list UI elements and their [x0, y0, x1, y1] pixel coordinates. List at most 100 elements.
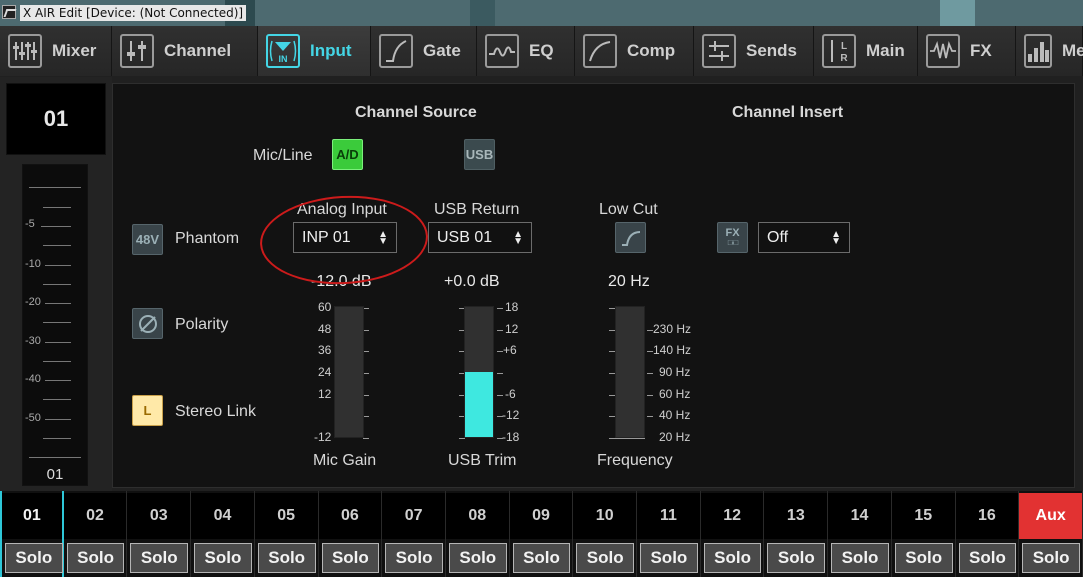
tab-fx[interactable]: FX — [918, 26, 1016, 76]
gate-icon — [379, 34, 413, 68]
usb-trim-scale-label: -18 — [502, 430, 520, 444]
solo-button[interactable]: Solo — [194, 543, 252, 573]
channel-select-button[interactable]: 14 — [828, 493, 891, 539]
frequency-fader[interactable] — [615, 306, 645, 438]
tab-mixer[interactable]: Mixer — [0, 26, 112, 76]
solo-button[interactable]: Solo — [448, 543, 507, 573]
channel-strip-06[interactable]: 06 Solo — [318, 491, 383, 577]
tab-gate[interactable]: Gate — [371, 26, 477, 76]
tab-sends-label: Sends — [746, 41, 798, 60]
solo-button[interactable]: Solo — [958, 543, 1017, 573]
channel-select-button[interactable]: 13 — [764, 493, 828, 539]
mic-gain-scale-label: -12 — [314, 430, 332, 444]
channel-strip-02[interactable]: 02 Solo — [63, 491, 128, 577]
tab-input-label: Input — [310, 41, 352, 60]
channel-strip-16[interactable]: 16 Solo — [955, 491, 1020, 577]
channel-select-button[interactable]: 12 — [700, 493, 764, 539]
tab-main[interactable]: LR Main — [814, 26, 918, 76]
channel-select-button[interactable]: 15 — [891, 493, 955, 539]
channel-select-button[interactable]: 08 — [445, 493, 509, 539]
channel-strip-15[interactable]: 15 Solo — [891, 491, 956, 577]
tab-eq-label: EQ — [529, 41, 554, 60]
solo-button[interactable]: Solo — [66, 543, 125, 573]
channel-strip-10[interactable]: 10 Solo — [573, 491, 638, 577]
polarity-button[interactable] — [132, 308, 163, 339]
solo-button[interactable]: Solo — [831, 543, 889, 573]
channel-strip-08[interactable]: 08 Solo — [445, 491, 510, 577]
frequency-scale-label: 140 Hz — [653, 343, 692, 357]
solo-button[interactable]: Solo — [640, 543, 698, 573]
usb-trim-fader[interactable] — [464, 306, 494, 438]
usb-source-button[interactable]: USB — [464, 139, 495, 170]
channel-strip-09[interactable]: 09 Solo — [509, 491, 574, 577]
updown-arrows-icon: ▲ ▼ — [513, 228, 523, 247]
channel-select-button[interactable]: 04 — [191, 493, 254, 539]
channel-select-button[interactable]: 09 — [509, 493, 573, 539]
tab-channel[interactable]: Channel — [112, 26, 258, 76]
meter-scale-label: -30 — [25, 335, 41, 347]
solo-button[interactable]: Solo — [703, 543, 762, 573]
channel-select-button[interactable]: 03 — [127, 493, 191, 539]
phantom-48v-button[interactable]: 48V — [132, 224, 163, 255]
solo-button[interactable]: Solo — [512, 543, 571, 573]
usb-trim-scale-label: 12 — [505, 322, 519, 336]
channel-strip-04[interactable]: 04 Solo — [191, 491, 255, 577]
channel-strip-05[interactable]: 05 Solo — [254, 491, 319, 577]
insert-fx-value: Off — [767, 228, 789, 246]
solo-button[interactable]: Solo — [5, 543, 63, 573]
usb-return-select[interactable]: USB 01 ▲ ▼ — [428, 222, 532, 253]
solo-button[interactable]: Solo — [576, 543, 635, 573]
insert-fx-button[interactable]: FX □-□ — [717, 222, 748, 253]
input-panel: Channel Source Channel Insert Mic/Line A… — [112, 83, 1075, 488]
channel-strip-aux[interactable]: Aux Solo — [1019, 491, 1083, 577]
tab-eq[interactable]: EQ — [477, 26, 575, 76]
channel-strip-11[interactable]: 11 Solo — [637, 491, 701, 577]
usb-return-value: USB 01 — [437, 228, 493, 246]
channel-strip-13[interactable]: 13 Solo — [764, 491, 829, 577]
tab-input[interactable]: IN Input — [258, 26, 371, 76]
channel-strip-07[interactable]: 07 Solo — [382, 491, 446, 577]
usb-trim-fill — [465, 372, 493, 437]
channel-select-button[interactable]: 11 — [637, 493, 700, 539]
solo-button[interactable]: Solo — [130, 543, 189, 573]
channel-strip-12[interactable]: 12 Solo — [700, 491, 765, 577]
channel-select-button[interactable]: 16 — [955, 493, 1019, 539]
polarity-label: Polarity — [175, 316, 229, 333]
solo-button[interactable]: Solo — [1022, 543, 1080, 573]
usb-trim-scale-label: -6 — [505, 387, 516, 401]
channel-select-button[interactable]: 06 — [318, 493, 382, 539]
sends-icon — [702, 34, 736, 68]
channel-select-button[interactable]: 07 — [382, 493, 445, 539]
solo-button[interactable]: Solo — [257, 543, 316, 573]
channel-select-button[interactable]: 10 — [573, 493, 637, 539]
stereo-link-button[interactable]: L — [132, 395, 163, 426]
meter-scale-label: -5 — [25, 218, 35, 230]
mic-gain-label: Mic Gain — [313, 452, 377, 469]
channel-strip-01[interactable]: 01 Solo — [0, 491, 64, 577]
x-air-edit-window: X AIR Edit [Device: (Not Connected)] Mix… — [0, 0, 1083, 577]
meter-scale-label: -40 — [25, 373, 41, 385]
solo-button[interactable]: Solo — [321, 543, 380, 573]
channel-select-button[interactable]: 02 — [63, 493, 127, 539]
channel-insert-header: Channel Insert — [732, 104, 844, 121]
channel-strip-14[interactable]: 14 Solo — [828, 491, 892, 577]
channel-strip-03[interactable]: 03 Solo — [127, 491, 192, 577]
tab-meters-label: Me — [1062, 41, 1083, 60]
tab-comp[interactable]: Comp — [575, 26, 694, 76]
tab-sends[interactable]: Sends — [694, 26, 814, 76]
channel-select-button[interactable]: Aux — [1019, 493, 1082, 539]
insert-fx-select[interactable]: Off ▲ ▼ — [758, 222, 850, 253]
ad-source-button[interactable]: A/D — [332, 139, 363, 170]
channel-select-button[interactable]: 05 — [254, 493, 318, 539]
eq-icon — [485, 34, 519, 68]
solo-button[interactable]: Solo — [894, 543, 953, 573]
channel-select-button[interactable]: 01 — [2, 493, 62, 539]
frequency-scale-label: 230 Hz — [653, 322, 692, 336]
frequency-scale-label: 90 Hz — [659, 365, 691, 379]
tab-meters[interactable]: Me — [1016, 26, 1083, 76]
tab-channel-label: Channel — [164, 41, 232, 60]
low-cut-button[interactable] — [615, 222, 646, 253]
solo-button[interactable]: Solo — [767, 543, 826, 573]
solo-button[interactable]: Solo — [385, 543, 443, 573]
mic-gain-fader[interactable] — [334, 306, 364, 438]
